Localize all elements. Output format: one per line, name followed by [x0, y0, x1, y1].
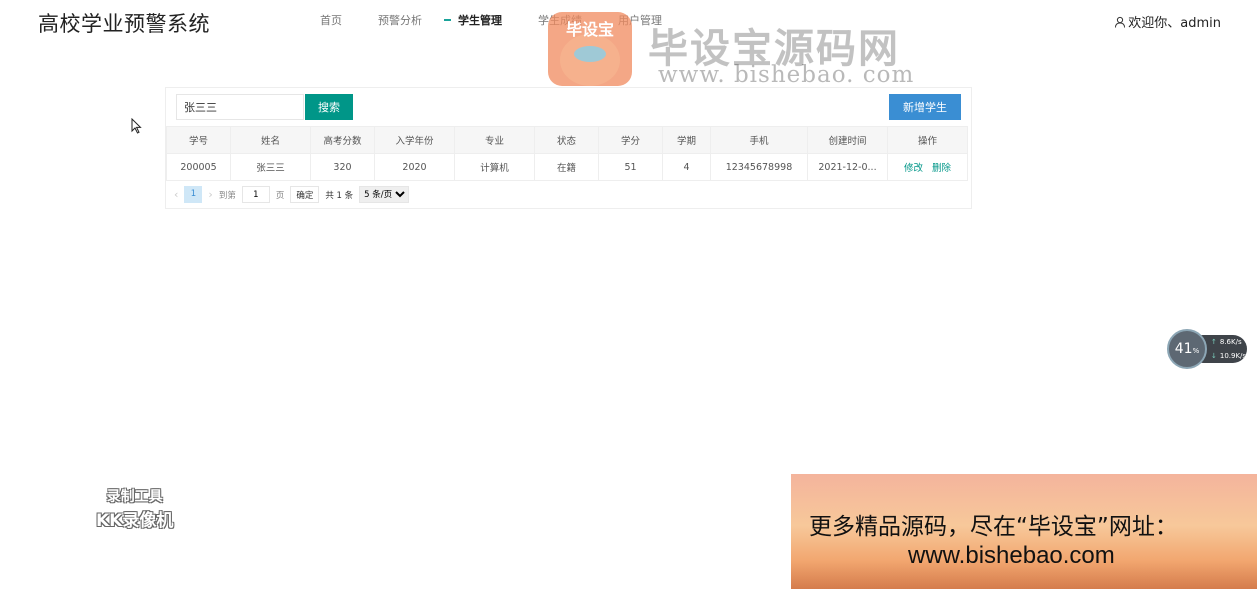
current-page[interactable]: 1: [184, 186, 203, 203]
cell-created: 2021-12-0...: [807, 153, 888, 181]
edit-link[interactable]: 修改: [904, 163, 923, 174]
table-header-row: 学号 姓名 高考分数 入学年份 专业 状态 学分 学期 手机 创建时间 操作: [166, 126, 968, 154]
col-created[interactable]: 创建时间: [807, 126, 888, 154]
upload-rate: ↑ 8.6K/s: [1211, 338, 1242, 346]
cell-credit: 51: [598, 153, 663, 181]
search-input[interactable]: [176, 94, 304, 120]
search-button[interactable]: 搜索: [305, 94, 353, 120]
recorder-line1: 录制工具: [106, 489, 163, 505]
watermark-url: www. bishebao. com: [658, 62, 915, 88]
user-icon: [1115, 16, 1126, 28]
cell-term: 4: [662, 153, 711, 181]
mouse-cursor-icon: [131, 118, 142, 134]
cell-actions: 修改 删除: [887, 153, 968, 181]
cpu-percent-gauge: 41%: [1167, 329, 1207, 369]
promo-url: www.bishebao.com: [908, 542, 1115, 569]
table-row[interactable]: 200005 张三三 320 2020 计算机 在籍 51 4 12345678…: [166, 153, 968, 181]
nav-student-management[interactable]: 学生管理: [444, 12, 502, 28]
col-major[interactable]: 专业: [454, 126, 535, 154]
col-actions: 操作: [887, 126, 968, 154]
total-count: 共 1 条: [325, 190, 354, 201]
cell-phone: 12345678998: [710, 153, 808, 181]
promo-text: 更多精品源码，尽在“毕设宝”网址：: [809, 514, 1178, 540]
col-phone[interactable]: 手机: [710, 126, 808, 154]
delete-link[interactable]: 删除: [932, 163, 951, 174]
page-unit-label: 页: [275, 190, 285, 201]
goto-confirm-button[interactable]: 确定: [290, 186, 320, 203]
app-title: 高校学业预警系统: [38, 12, 210, 36]
col-enroll-year[interactable]: 入学年份: [374, 126, 455, 154]
col-term[interactable]: 学期: [662, 126, 711, 154]
goto-page-input[interactable]: [241, 186, 270, 203]
col-credit[interactable]: 学分: [598, 126, 663, 154]
col-status[interactable]: 状态: [534, 126, 599, 154]
cell-enroll-year: 2020: [374, 153, 455, 181]
user-menu[interactable]: 欢迎你、admin: [1114, 12, 1221, 31]
next-page-icon[interactable]: ›: [208, 188, 212, 201]
cell-exam-score: 320: [310, 153, 375, 181]
network-monitor[interactable]: 41% ↑ 8.6K/s ↓ 10.9K/s: [1167, 329, 1249, 369]
goto-label: 到第: [218, 190, 236, 201]
add-student-button[interactable]: 新增学生: [889, 94, 961, 120]
watermark-badge-text: 毕设宝: [566, 20, 614, 39]
watermark-logo: 毕设宝: [548, 12, 632, 86]
col-exam-score[interactable]: 高考分数: [310, 126, 375, 154]
upload-arrow-icon: ↑: [1211, 338, 1217, 346]
nav-warning-analysis[interactable]: 预警分析: [378, 12, 422, 28]
nav-home[interactable]: 首页: [320, 12, 342, 28]
cell-status: 在籍: [534, 153, 599, 181]
user-greeting: 欢迎你、admin: [1128, 16, 1221, 31]
col-student-id[interactable]: 学号: [166, 126, 231, 154]
download-arrow-icon: ↓: [1211, 352, 1217, 360]
student-table: 学号 姓名 高考分数 入学年份 专业 状态 学分 学期 手机 创建时间 操作 2…: [166, 126, 968, 181]
prev-page-icon[interactable]: ‹: [174, 188, 178, 201]
recorder-line2: KK录像机: [96, 511, 174, 531]
promo-banner: 更多精品源码，尽在“毕设宝”网址： www.bishebao.com: [791, 474, 1257, 589]
col-name[interactable]: 姓名: [230, 126, 311, 154]
cell-major: 计算机: [454, 153, 535, 181]
pagination: ‹ 1 › 到第 页 确定 共 1 条 5 条/页: [174, 186, 415, 203]
cell-name: 张三三: [230, 153, 311, 181]
page-size-select[interactable]: 5 条/页: [359, 186, 410, 203]
cell-student-id: 200005: [166, 153, 231, 181]
student-panel: 搜索 新增学生 学号 姓名 高考分数 入学年份 专业 状态 学分 学期 手机 创…: [165, 87, 972, 209]
download-rate: ↓ 10.9K/s: [1211, 352, 1247, 360]
recorder-watermark: 录制工具 KK录像机: [96, 486, 173, 531]
top-nav: 首页 预警分析 学生管理 学生成绩 用户管理: [320, 12, 698, 28]
